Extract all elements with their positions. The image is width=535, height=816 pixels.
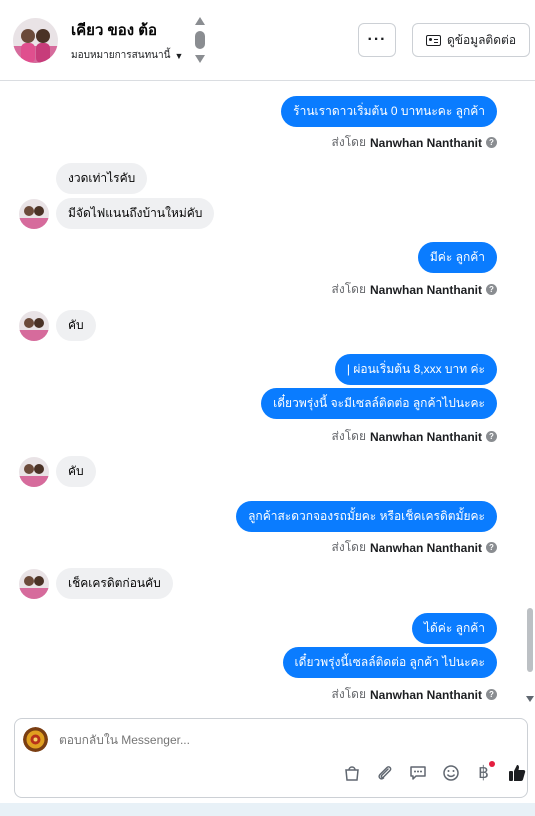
contact-avatar-small <box>19 311 49 341</box>
sent-by-agent[interactable]: Nanwhan Nanthanit <box>370 430 482 444</box>
message-thread: ร้านเราดาวเริ่มต้น 0 บาทนะคะ ลูกค้า ส่งโ… <box>0 82 535 707</box>
outgoing-message[interactable]: เดี๋ยวพรุ่งนี้เซลล์ติดต่อ ลูกค้า ไปนะคะ <box>282 647 497 678</box>
footer-strip <box>0 803 535 816</box>
stepper-handle[interactable] <box>195 31 205 49</box>
incoming-message[interactable]: คับ <box>56 456 96 487</box>
baht-payment-icon[interactable]: ฿ <box>467 761 500 785</box>
incoming-message[interactable]: งวดเท่าไรคับ <box>56 163 148 194</box>
sent-by-line: ส่งโดย Nanwhan Nanthanit ? <box>332 133 497 152</box>
thread-scrollbar[interactable] <box>525 82 535 707</box>
incoming-message[interactable]: มีจัดไฟแนนถึงบ้านใหม่คับ <box>56 198 215 229</box>
outgoing-message[interactable]: ลูกค้าสะดวกจองรถมั้ยคะ หรือเช็คเครดิตมั้… <box>236 501 497 532</box>
help-icon[interactable]: ? <box>486 137 497 148</box>
view-contact-info-label: ดูข้อมูลติดต่อ <box>446 32 517 47</box>
saved-replies-icon[interactable] <box>401 761 434 785</box>
contact-avatar-small <box>19 199 49 229</box>
assign-conversation-dropdown[interactable]: มอบหมายการสนทนานี้ ▼ <box>71 48 183 63</box>
shop-icon[interactable] <box>335 761 368 785</box>
sent-by-agent[interactable]: Nanwhan Nanthanit <box>370 541 482 555</box>
contact-avatar-small <box>19 569 49 599</box>
sent-by-line: ส่งโดย Nanwhan Nanthanit ? <box>332 685 497 704</box>
outgoing-message[interactable]: | ผ่อนเริ่มต้น 8,xxx บาท ค่ะ <box>334 354 497 385</box>
arrow-down-icon[interactable] <box>195 55 205 63</box>
emoji-icon[interactable] <box>434 761 467 785</box>
composer-toolbar: ฿ <box>335 761 533 785</box>
notification-dot <box>489 761 495 767</box>
contact-avatar-small <box>19 457 49 487</box>
outgoing-message[interactable]: เดี๋ยวพรุ่งนี้ จะมีเซลล์ติดต่อ ลูกค้าไปน… <box>261 388 497 419</box>
conversation-nav-stepper[interactable] <box>194 17 206 65</box>
reply-input[interactable] <box>59 733 359 747</box>
help-icon[interactable]: ? <box>486 689 497 700</box>
assign-label: มอบหมายการสนทนานี้ <box>71 50 171 61</box>
reply-composer: ฿ <box>14 718 528 798</box>
sent-by-prefix: ส่งโดย <box>331 429 366 443</box>
sent-by-agent[interactable]: Nanwhan Nanthanit <box>370 283 482 297</box>
incoming-message[interactable]: เช็คเครดิตก่อนคับ <box>56 568 173 599</box>
contact-name[interactable]: เคียว ของ ต้อ <box>71 18 157 42</box>
sent-by-prefix: ส่งโดย <box>331 687 366 701</box>
arrow-up-icon[interactable] <box>195 17 205 25</box>
conversation-header: เคียว ของ ต้อ มอบหมายการสนทนานี้ ▼ ··· ด… <box>0 0 535 81</box>
more-options-button[interactable]: ··· <box>358 23 396 57</box>
view-contact-info-button[interactable]: ดูข้อมูลติดต่อ <box>412 23 530 57</box>
help-icon[interactable]: ? <box>486 431 497 442</box>
contact-avatar[interactable] <box>13 18 58 63</box>
help-icon[interactable]: ? <box>486 284 497 295</box>
scrollbar-thumb[interactable] <box>527 608 533 672</box>
sent-by-line: ส่งโดย Nanwhan Nanthanit ? <box>332 280 497 299</box>
sent-by-agent[interactable]: Nanwhan Nanthanit <box>370 136 482 150</box>
incoming-message[interactable]: คับ <box>56 310 96 341</box>
caret-down-icon: ▼ <box>174 50 184 61</box>
attach-icon[interactable] <box>368 761 401 785</box>
sent-by-prefix: ส่งโดย <box>331 540 366 554</box>
outgoing-message[interactable]: ร้านเราดาวเริ่มต้น 0 บาทนะคะ ลูกค้า <box>281 96 497 127</box>
sent-by-line: ส่งโดย Nanwhan Nanthanit ? <box>332 427 497 446</box>
page-avatar <box>23 727 48 752</box>
help-icon[interactable]: ? <box>486 542 497 553</box>
sent-by-agent[interactable]: Nanwhan Nanthanit <box>370 688 482 702</box>
contact-card-icon <box>425 34 441 46</box>
sent-by-line: ส่งโดย Nanwhan Nanthanit ? <box>332 538 497 557</box>
outgoing-message[interactable]: ได้ค่ะ ลูกค้า <box>411 613 497 644</box>
sent-by-prefix: ส่งโดย <box>331 135 366 149</box>
like-icon[interactable] <box>500 761 533 785</box>
outgoing-message[interactable]: มีค่ะ ลูกค้า <box>417 242 497 273</box>
scroll-down-arrow-icon[interactable] <box>526 696 534 702</box>
sent-by-prefix: ส่งโดย <box>331 282 366 296</box>
